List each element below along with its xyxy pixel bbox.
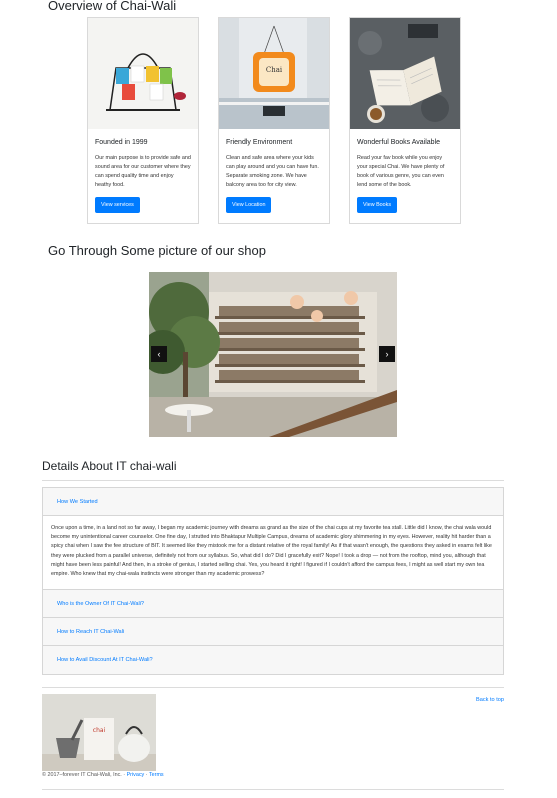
divider <box>42 687 504 688</box>
back-to-top-link[interactable]: Back to top <box>476 697 504 703</box>
svg-text:Chai: Chai <box>266 66 283 74</box>
accordion-header-reach[interactable]: How to Reach IT Chai-Wali <box>43 618 503 647</box>
card-image-open-book <box>350 18 460 129</box>
view-services-button[interactable]: View services <box>95 197 140 213</box>
gallery-title: Go Through Some picture of our shop <box>48 243 266 258</box>
faq-accordion: How We Started Once upon a time, in a la… <box>42 487 504 676</box>
card-image-kitchen-sign: Chai <box>219 18 329 129</box>
card-image-tea-cups <box>88 18 198 129</box>
view-location-button[interactable]: View Location <box>226 197 272 213</box>
copyright: © 2017–forever IT Chai-Wali, Inc. · Priv… <box>42 772 164 778</box>
page-title: Overview of Chai-Wali <box>48 0 177 13</box>
card-books: Wonderful Books Available Read your fav … <box>349 17 461 224</box>
divider <box>42 789 504 790</box>
accordion-header-discount[interactable]: How to Avail Discount At IT Chai-Wali? <box>43 646 503 675</box>
terms-link[interactable]: Terms <box>149 772 164 778</box>
shop-photo-carousel[interactable]: ‹ › <box>149 272 397 437</box>
card-founded: Founded in 1999 Our main purpose is to p… <box>87 17 199 224</box>
svg-text:chai: chai <box>93 727 106 734</box>
details-title: Details About IT chai-wali <box>42 459 177 473</box>
carousel-prev-button[interactable]: ‹ <box>151 346 167 362</box>
card-text: Clean and safe area where your kids can … <box>226 155 319 188</box>
footer-tea-image: chai <box>42 694 156 771</box>
card-title: Founded in 1999 <box>95 139 148 146</box>
card-text: Read your fav book while you enjoy your … <box>357 155 445 188</box>
divider <box>42 480 504 481</box>
card-title: Friendly Environment <box>226 139 293 146</box>
accordion-header-owner[interactable]: Who is the Owner Of IT Chai-Wali? <box>43 590 503 619</box>
view-books-button[interactable]: View Books <box>357 197 398 213</box>
card-text: Our main purpose is to provide safe and … <box>95 155 191 188</box>
carousel-next-button[interactable]: › <box>379 346 395 362</box>
accordion-header-how-we-started[interactable]: How We Started <box>43 488 503 516</box>
shop-interior-photo <box>149 272 397 437</box>
copyright-text: © 2017–forever IT Chai-Wali, Inc. · <box>42 772 127 778</box>
accordion-body-how-we-started: Once upon a time, in a land not so far a… <box>43 516 503 591</box>
card-title: Wonderful Books Available <box>357 139 441 146</box>
card-friendly-environment: Chai Friendly Environment Clean and safe… <box>218 17 330 224</box>
privacy-link[interactable]: Privacy <box>127 772 145 778</box>
